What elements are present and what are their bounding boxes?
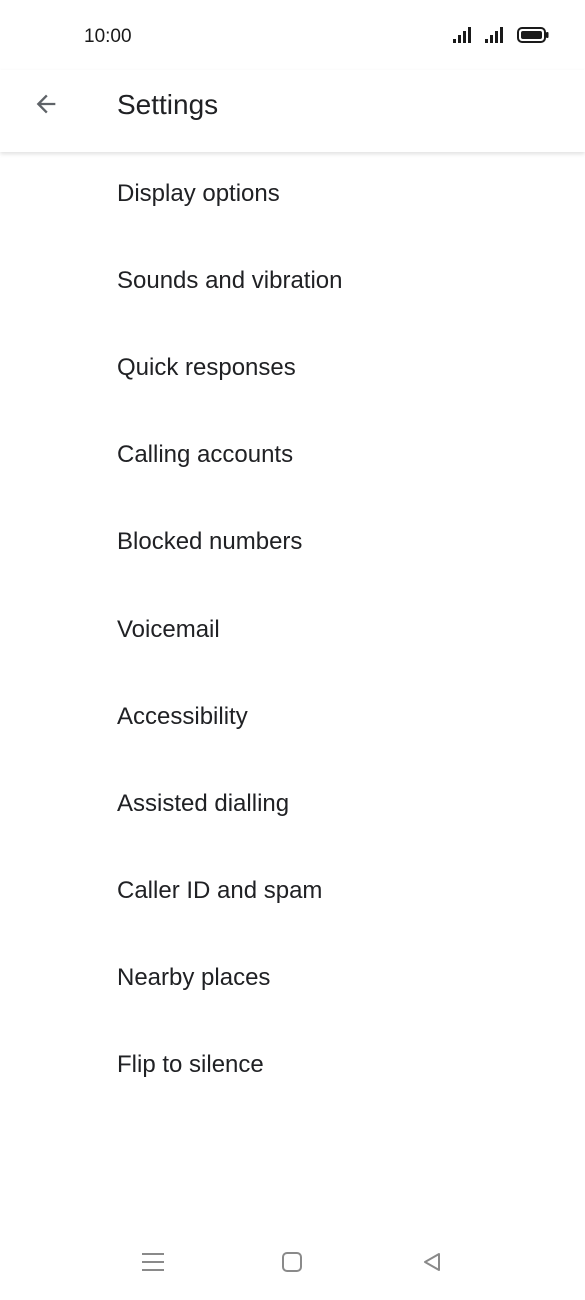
settings-item-nearby-places[interactable]: Nearby places (0, 937, 585, 1024)
settings-item-label: Quick responses (117, 353, 296, 381)
settings-item-label: Calling accounts (117, 441, 294, 469)
settings-item-label: Voicemail (117, 615, 220, 643)
settings-item-label: Assisted dialling (117, 789, 290, 817)
settings-item-label: Nearby places (117, 964, 271, 992)
home-icon (281, 1251, 303, 1278)
settings-item-label: Flip to silence (117, 1051, 264, 1079)
settings-item-flip-to-silence[interactable]: Flip to silence (0, 1024, 585, 1111)
signal-icon (453, 27, 475, 43)
menu-icon (142, 1252, 164, 1277)
back-button[interactable] (22, 82, 70, 130)
battery-icon (517, 27, 549, 43)
settings-item-label: Accessibility (117, 702, 248, 730)
system-nav-bar (0, 1228, 585, 1300)
settings-item-sounds-and-vibration[interactable]: Sounds and vibration (0, 239, 585, 326)
settings-item-label: Blocked numbers (117, 528, 303, 556)
settings-item-accessibility[interactable]: Accessibility (0, 675, 585, 762)
arrow-left-icon (32, 90, 60, 123)
settings-item-label: Sounds and vibration (117, 266, 343, 294)
settings-item-blocked-numbers[interactable]: Blocked numbers (0, 501, 585, 588)
home-button[interactable] (272, 1248, 312, 1280)
system-back-button[interactable] (412, 1248, 452, 1280)
settings-item-calling-accounts[interactable]: Calling accounts (0, 414, 585, 501)
settings-item-label: Caller ID and spam (117, 877, 323, 905)
settings-item-caller-id-and-spam[interactable]: Caller ID and spam (0, 850, 585, 937)
recents-button[interactable] (133, 1248, 173, 1280)
settings-item-display-options[interactable]: Display options (0, 152, 585, 239)
settings-item-assisted-dialling[interactable]: Assisted dialling (0, 762, 585, 849)
app-bar: Settings (0, 70, 585, 152)
signal-icon (485, 27, 507, 43)
back-triangle-icon (421, 1251, 443, 1278)
settings-item-voicemail[interactable]: Voicemail (0, 588, 585, 675)
settings-item-label: Display options (117, 179, 280, 207)
page-title: Settings (117, 89, 219, 120)
settings-list: Display options Sounds and vibration Qui… (0, 152, 585, 1111)
settings-item-quick-responses[interactable]: Quick responses (0, 326, 585, 413)
status-icons (453, 27, 549, 43)
status-bar: 10:00 (0, 0, 585, 70)
status-time: 10:00 (84, 26, 132, 47)
